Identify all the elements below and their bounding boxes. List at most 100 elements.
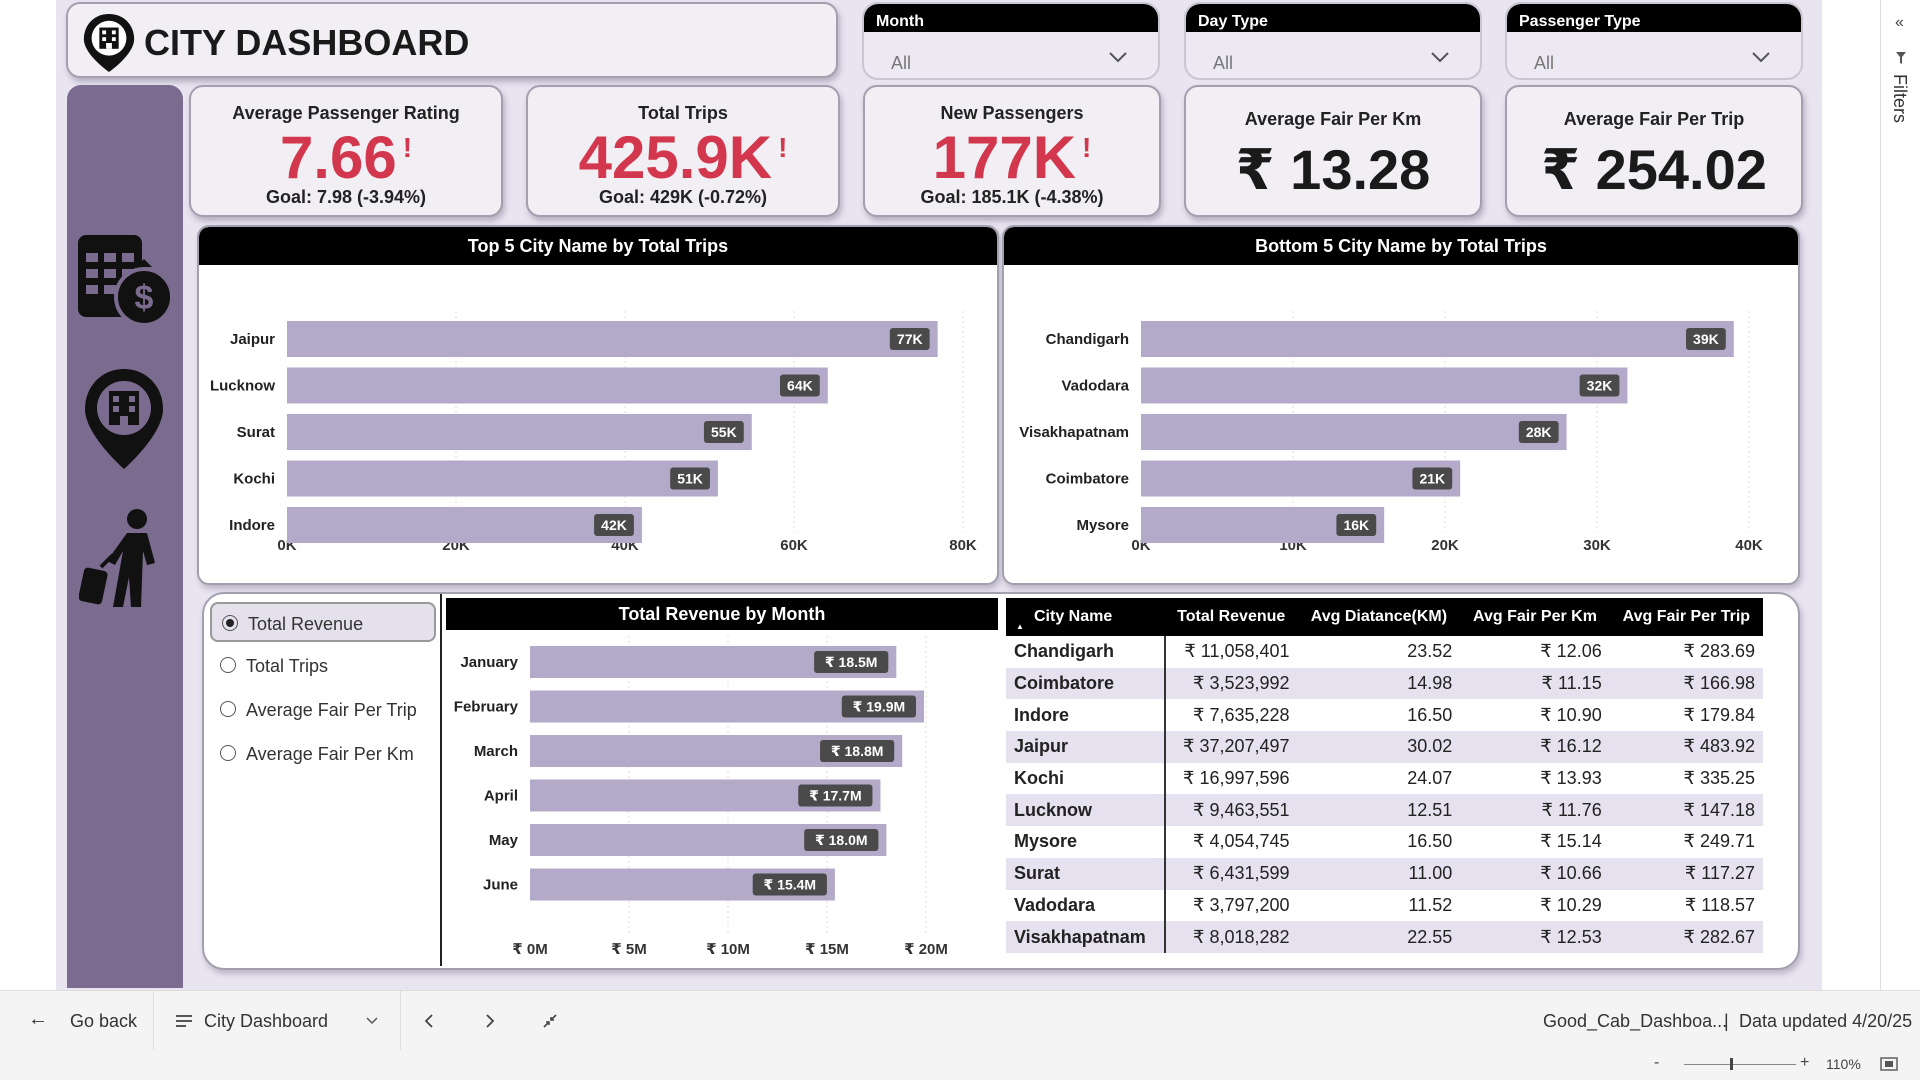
table-row[interactable]: Visakhapatnam ₹ 8,018,282 22.55 ₹ 12.53 ₹ 28…	[1006, 921, 1763, 953]
table-cell: ₹ 282.67	[1609, 921, 1763, 953]
table-cell: ₹ 118.57	[1684, 894, 1755, 915]
radio-icon[interactable]	[220, 701, 236, 717]
title-card: CITY DASHBOARD	[66, 2, 838, 78]
fit-to-page-icon[interactable]	[1880, 1057, 1898, 1071]
category-label: February	[454, 699, 519, 716]
chevron-down-icon[interactable]	[1108, 50, 1128, 64]
data-label: 39K	[1693, 331, 1719, 347]
x-tick-label: ₹ 0M	[512, 941, 547, 958]
table-row[interactable]: Kochi ₹ 16,997,596 24.07 ₹ 13.93 ₹ 335.25	[1006, 762, 1763, 795]
page-selector[interactable]: City Dashboard	[204, 1011, 328, 1032]
kpi-label: New Passengers	[940, 103, 1084, 123]
collapse-filters-icon[interactable]: «	[1895, 14, 1904, 32]
table-cell: ₹ 283.69	[1683, 641, 1755, 662]
icon-rail: $	[67, 85, 183, 988]
next-page-icon[interactable]	[485, 1013, 495, 1029]
chevron-down-icon[interactable]	[366, 1017, 378, 1025]
bar[interactable]	[287, 414, 752, 450]
previous-page-icon[interactable]	[424, 1013, 434, 1029]
table-row[interactable]: Vadodara ₹ 3,797,200 11.52 ₹ 10.29 ₹ 118.57	[1006, 889, 1763, 922]
column-header[interactable]: Avg Fair Per Km	[1460, 598, 1610, 636]
category-label: Visakhapatnam	[1019, 424, 1129, 441]
table-cell: ₹ 11.76	[1460, 794, 1610, 827]
bar[interactable]	[287, 507, 642, 543]
measure-option-total-revenue[interactable]: Total Revenue	[210, 602, 436, 642]
data-label: 21K	[1419, 471, 1445, 487]
page-list-icon	[176, 1015, 192, 1027]
chevron-down-icon[interactable]	[1430, 50, 1450, 64]
bar[interactable]	[287, 321, 938, 357]
table-row[interactable]: Surat ₹ 6,431,599 11.00 ₹ 10.66 ₹ 117.27	[1006, 857, 1763, 890]
data-label: 28K	[1526, 424, 1552, 440]
category-label: Coimbatore	[1046, 471, 1129, 488]
top5-chart-plot: 0K 20K 40K 60K 80KJaipur 77KLucknow 64KSurat 55…	[210, 311, 977, 554]
city-name-cell: Kochi	[1006, 762, 1166, 795]
column-header[interactable]: Avg Fair Per Trip	[1609, 598, 1763, 636]
back-arrow-icon[interactable]: ←	[28, 1008, 48, 1031]
column-header[interactable]: Avg Diatance(KM)	[1297, 598, 1461, 636]
radio-icon[interactable]	[220, 745, 236, 761]
measure-option-avg-fair-per-trip[interactable]: Average Fair Per Trip	[210, 690, 436, 730]
slicer-day-type[interactable]: Day Type All	[1184, 2, 1482, 80]
revenue-calendar-icon[interactable]: $	[74, 231, 176, 331]
go-back-button[interactable]: Go back	[70, 1011, 137, 1032]
zoom-in-button[interactable]: +	[1800, 1054, 1809, 1072]
kpi-value: ₹ 254.02	[1541, 138, 1767, 201]
chart-title: Bottom 5 City Name by Total Trips	[1004, 227, 1798, 265]
x-tick-label: ₹ 15M	[805, 941, 849, 958]
chart-title: Top 5 City Name by Total Trips	[199, 227, 997, 265]
category-label: Kochi	[233, 471, 275, 488]
table-row[interactable]: Chandigarh ₹ 11,058,401 23.52 ₹ 12.06 ₹ 283.…	[1006, 636, 1763, 668]
city-name-cell: Chandigarh	[1006, 636, 1166, 668]
zoom-slider-thumb[interactable]	[1730, 1058, 1733, 1070]
table-row[interactable]: Coimbatore ₹ 3,523,992 14.98 ₹ 11.15 ₹ 166.9…	[1006, 667, 1763, 700]
table-row[interactable]: Indore ₹ 7,635,228 16.50 ₹ 10.90 ₹ 179.84	[1006, 699, 1763, 732]
slicer-passenger-type[interactable]: Passenger Type All	[1505, 2, 1803, 80]
radio-icon[interactable]	[222, 615, 238, 631]
alert-icon: !	[1082, 132, 1092, 163]
measure-option-total-trips[interactable]: Total Trips	[210, 646, 436, 686]
city-pin-icon[interactable]	[81, 367, 167, 471]
bar[interactable]	[287, 460, 718, 497]
table-cell: ₹ 12.06	[1540, 641, 1602, 662]
table-cell: ₹ 4,054,745	[1193, 831, 1290, 852]
filters-pane[interactable]: « Filters	[1880, 0, 1920, 990]
city-name-cell: Lucknow	[1006, 794, 1166, 827]
bottom5-city-trips-chart: Bottom 5 City Name by Total Trips 0K 10K 2…	[1002, 225, 1800, 585]
table-row[interactable]: Mysore ₹ 4,054,745 16.50 ₹ 15.14 ₹ 249.71	[1006, 826, 1763, 858]
table-cell: ₹ 11,058,401	[1184, 641, 1290, 662]
bar[interactable]	[1141, 367, 1628, 404]
category-label: Surat	[237, 424, 275, 441]
zoom-bar: - + 110%	[0, 1050, 1920, 1080]
sort-ascending-icon[interactable]: ▲	[1016, 622, 1024, 631]
table-row[interactable]: Jaipur ₹ 37,207,497 30.02 ₹ 16.12 ₹ 483.92	[1006, 731, 1763, 763]
kpi-avg-passenger-rating: Average Passenger Rating 7.66! Goal: 7.9…	[189, 85, 503, 217]
column-header[interactable]: ▲ City Name	[1006, 598, 1165, 636]
category-label: Lucknow	[210, 378, 275, 395]
zoom-slider-track[interactable]	[1684, 1064, 1796, 1065]
table-row[interactable]: Lucknow ₹ 9,463,551 12.51 ₹ 11.76 ₹ 147.18	[1006, 794, 1763, 827]
file-name: Good_Cab_Dashboa...	[1543, 1011, 1728, 1031]
bar[interactable]	[287, 367, 828, 404]
bar[interactable]	[1141, 414, 1567, 450]
radio-icon[interactable]	[220, 657, 236, 673]
data-label: 55K	[711, 424, 737, 440]
x-tick-label: ₹ 5M	[611, 941, 646, 958]
column-header[interactable]: Total Revenue	[1164, 598, 1298, 636]
city-name-cell: Vadodara	[1006, 889, 1166, 922]
bar[interactable]	[1141, 321, 1734, 357]
data-label: ₹ 18.0M	[815, 832, 868, 848]
table-cell: 16.50	[1407, 831, 1453, 852]
zoom-out-button[interactable]: -	[1654, 1054, 1659, 1072]
kpi-value: 425.9K!	[578, 124, 788, 191]
bar[interactable]	[1141, 460, 1461, 497]
measure-option-avg-fair-per-km[interactable]: Average Fair Per Km	[210, 734, 436, 774]
filters-label[interactable]: Filters	[1889, 74, 1910, 123]
slicer-month[interactable]: Month All	[862, 2, 1160, 80]
chevron-down-icon[interactable]	[1751, 50, 1771, 64]
data-label: 64K	[787, 378, 813, 394]
table-cell: ₹ 16.12	[1460, 731, 1610, 763]
collapse-icon[interactable]	[542, 1013, 558, 1029]
category-label: January	[460, 654, 518, 671]
traveler-icon[interactable]	[79, 507, 169, 611]
